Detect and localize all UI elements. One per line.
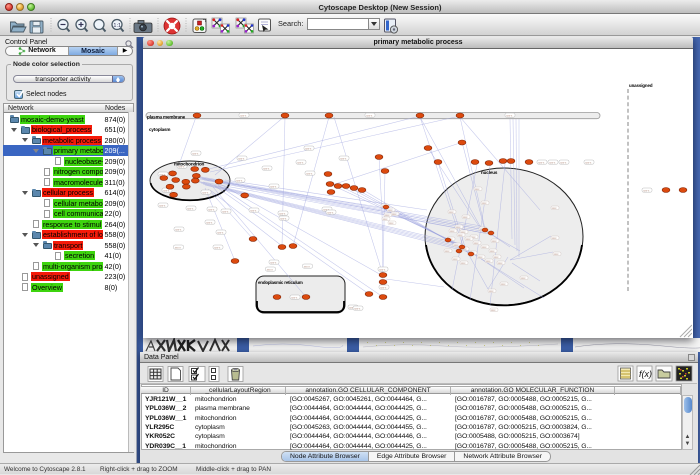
svg-text:cytoplasm: cytoplasm bbox=[149, 127, 170, 132]
svg-text:xxx-x: xxx-x bbox=[538, 161, 545, 164]
svg-text:xxx-x: xxx-x bbox=[327, 211, 334, 214]
svg-text:xxx-x: xxx-x bbox=[560, 161, 567, 164]
svg-text:xxx-x: xxx-x bbox=[240, 114, 247, 117]
svg-text:xxx-x: xxx-x bbox=[291, 296, 298, 299]
svg-text:xxx-x: xxx-x bbox=[192, 152, 199, 155]
svg-text:xxx-x: xxx-x bbox=[643, 189, 650, 192]
svg-text:xxx-x: xxx-x bbox=[217, 231, 224, 234]
svg-text:xxx-x: xxx-x bbox=[305, 147, 312, 150]
svg-text:mitochondrion: mitochondrion bbox=[174, 161, 205, 166]
svg-text:xxx-x: xxx-x bbox=[306, 172, 313, 175]
svg-text:xxx-x: xxx-x bbox=[506, 114, 513, 117]
svg-text:nucleus: nucleus bbox=[481, 170, 498, 175]
svg-text:xxx-x: xxx-x bbox=[175, 246, 182, 249]
svg-text:unassigned: unassigned bbox=[629, 83, 653, 88]
svg-text:xxx-x: xxx-x bbox=[263, 167, 270, 170]
svg-text:xxx-x: xxx-x bbox=[279, 212, 286, 215]
svg-text:xxx-x: xxx-x bbox=[214, 246, 221, 249]
svg-text:f(x): f(x) bbox=[639, 369, 652, 379]
svg-text:xxx-x: xxx-x bbox=[238, 157, 245, 160]
svg-text:xxx-x: xxx-x bbox=[549, 161, 556, 164]
svg-text:xxx-x: xxx-x bbox=[187, 207, 194, 210]
svg-text:xxx-x: xxx-x bbox=[297, 161, 304, 164]
svg-text:xxx-x: xxx-x bbox=[175, 228, 182, 231]
svg-text:xxx-x: xxx-x bbox=[208, 208, 215, 211]
svg-text:xxx-x: xxx-x bbox=[379, 268, 386, 271]
svg-text:xxx-x: xxx-x bbox=[163, 189, 170, 192]
svg-text:xxx-x: xxx-x bbox=[366, 114, 373, 117]
svg-text:xxx-x: xxx-x bbox=[354, 307, 361, 310]
svg-text:xxx-x: xxx-x bbox=[202, 191, 209, 194]
svg-text:xxx-x: xxx-x bbox=[280, 217, 287, 220]
svg-text:plasma membrane: plasma membrane bbox=[147, 114, 186, 119]
svg-text:xxx-x: xxx-x bbox=[250, 209, 257, 212]
svg-text:xxx-x: xxx-x bbox=[340, 157, 347, 160]
svg-text:xxx-x: xxx-x bbox=[267, 268, 274, 271]
svg-text:xxx-x: xxx-x bbox=[159, 204, 166, 207]
svg-text:xxx-x: xxx-x bbox=[222, 210, 229, 213]
svg-text:xxx-x: xxx-x bbox=[304, 265, 311, 268]
svg-text:xxx-x: xxx-x bbox=[236, 179, 243, 182]
svg-text:endoplasmic reticulum: endoplasmic reticulum bbox=[258, 280, 303, 285]
svg-text:xxx-x: xxx-x bbox=[206, 221, 213, 224]
svg-text:xxx-x: xxx-x bbox=[270, 261, 277, 264]
svg-text:xxx-x: xxx-x bbox=[585, 161, 592, 164]
svg-text:xxx-x: xxx-x bbox=[270, 185, 277, 188]
svg-text:xxx-x: xxx-x bbox=[380, 286, 387, 289]
